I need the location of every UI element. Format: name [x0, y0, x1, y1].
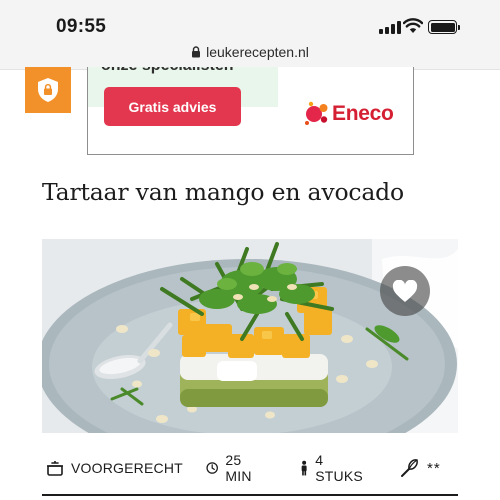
whisk-icon	[401, 459, 418, 477]
shield-icon	[38, 78, 58, 102]
person-icon	[301, 460, 307, 476]
servings-meta: 4 STUKS	[300, 452, 365, 484]
course-meta: VOORGERECHT	[46, 455, 183, 481]
course-label: VOORGERECHT	[71, 460, 183, 476]
battery-icon	[428, 20, 460, 34]
difficulty-label: **	[427, 459, 441, 477]
free-advice-button[interactable]: Gratis advies	[104, 87, 241, 126]
privacy-settings-tab[interactable]	[25, 67, 71, 113]
course-icon	[47, 461, 63, 476]
recipe-title: Tartaar van mango en avocado	[42, 178, 404, 206]
address-bar[interactable]: leukerecepten.nl	[0, 42, 500, 62]
heart-icon	[392, 279, 418, 302]
wifi-icon	[403, 18, 423, 33]
eneco-logo-icon	[305, 101, 328, 125]
time-label: 25 MIN	[225, 452, 252, 484]
section-divider	[42, 494, 458, 496]
time-meta: 25 MIN	[206, 452, 257, 484]
status-time: 09:55	[56, 16, 107, 37]
clock-icon	[206, 462, 218, 474]
advertisement-banner[interactable]: onze specialisten Gratis advies Eneco	[87, 67, 414, 155]
status-bar: 09:55 leukerecepten.nl	[0, 0, 500, 70]
signal-icon	[379, 21, 401, 34]
brand-logo: Eneco	[304, 101, 394, 127]
ad-headline-cut: onze specialisten	[101, 67, 234, 75]
difficulty-meta: **	[400, 455, 441, 481]
brand-name: Eneco	[332, 102, 394, 125]
favorite-button[interactable]	[380, 266, 430, 316]
url-text: leukerecepten.nl	[206, 44, 309, 60]
servings-label: 4 STUKS	[315, 452, 363, 484]
lock-icon	[192, 46, 201, 58]
